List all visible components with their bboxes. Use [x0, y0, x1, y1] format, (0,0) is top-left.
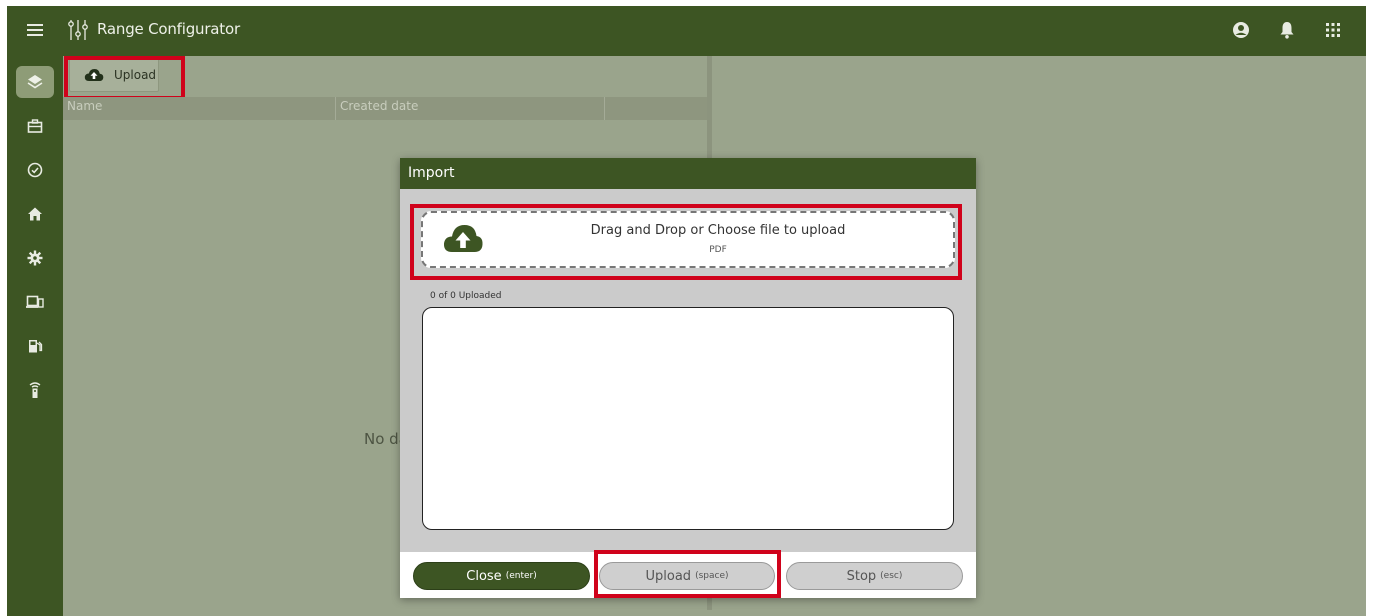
dropzone-file-type: PDF	[709, 245, 727, 255]
stop-button-hint: (esc)	[880, 571, 903, 581]
account-circle-icon[interactable]	[1230, 19, 1252, 41]
check-circle-icon	[27, 162, 43, 178]
sidebar-item-check[interactable]	[16, 154, 54, 186]
briefcase-icon	[27, 119, 43, 133]
sliders-icon	[67, 18, 89, 42]
upload-button-label: Upload	[645, 568, 692, 584]
sidebar-item-fuel[interactable]	[16, 330, 54, 362]
sidebar	[7, 56, 63, 616]
remote-icon	[29, 382, 41, 398]
upload-file-list[interactable]	[422, 307, 954, 530]
column-header-blank	[605, 97, 712, 120]
toolbar-upload-button[interactable]: Upload	[69, 58, 159, 92]
gear-icon	[27, 250, 43, 266]
bell-icon[interactable]	[1276, 19, 1298, 41]
dropzone-instruction: Drag and Drop or Choose file to upload	[590, 223, 846, 238]
close-button-hint: (enter)	[505, 571, 537, 581]
home-icon	[28, 207, 42, 221]
sidebar-item-home[interactable]	[16, 198, 54, 230]
grid-header: Name Created date	[63, 97, 712, 120]
close-button[interactable]: Close (enter)	[413, 562, 590, 590]
import-dialog: Import Drag and Drop or Choose file to u…	[400, 158, 976, 598]
sidebar-item-devices[interactable]	[16, 286, 54, 318]
close-button-label: Close	[466, 568, 502, 584]
devices-icon	[26, 295, 44, 308]
app-title: Range Configurator	[97, 20, 240, 38]
fuel-icon	[29, 340, 43, 353]
upload-button[interactable]: Upload (space)	[599, 562, 775, 590]
upload-count: 0 of 0 Uploaded	[430, 291, 502, 301]
sidebar-item-settings[interactable]	[16, 242, 54, 274]
sidebar-item-briefcase[interactable]	[16, 110, 54, 142]
upload-button-hint: (space)	[695, 571, 729, 581]
stop-button-label: Stop	[846, 568, 877, 584]
stop-button[interactable]: Stop (esc)	[786, 562, 963, 590]
top-bar: Range Configurator	[7, 6, 1366, 56]
layers-icon	[27, 75, 43, 89]
toolbar-upload-label: Upload	[114, 68, 157, 82]
column-header-name[interactable]: Name	[63, 97, 336, 120]
cloud-upload-icon	[84, 69, 104, 81]
sidebar-item-remote[interactable]	[16, 374, 54, 406]
sidebar-item-layers[interactable]	[16, 66, 54, 98]
menu-icon[interactable]	[27, 24, 43, 38]
column-header-created-date[interactable]: Created date	[336, 97, 605, 120]
file-dropzone[interactable]: Drag and Drop or Choose file to upload P…	[421, 211, 955, 268]
apps-grid-icon[interactable]	[1322, 19, 1344, 41]
dialog-footer: Close (enter) Upload (space) Stop (esc)	[400, 552, 976, 598]
dialog-title: Import	[400, 158, 976, 189]
